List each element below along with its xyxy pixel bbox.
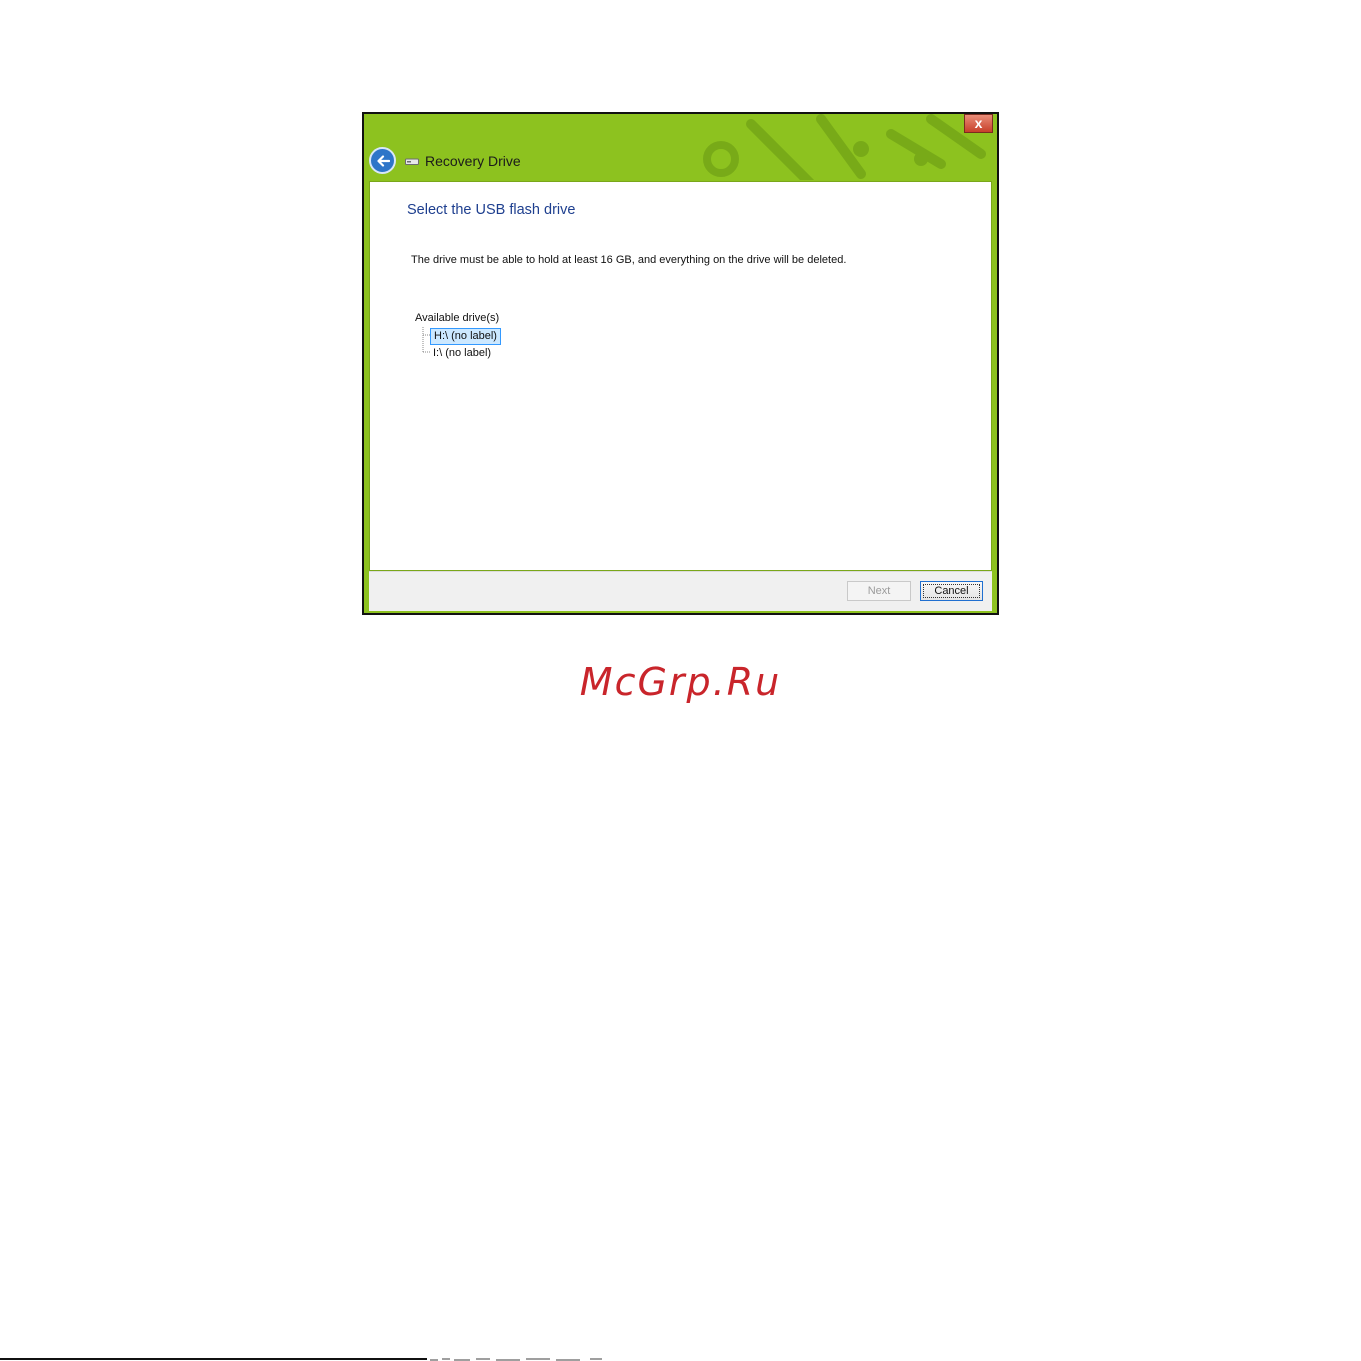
back-arrow-icon: [376, 154, 390, 167]
close-icon: x: [974, 115, 983, 131]
titlebar-background-art: [703, 114, 986, 180]
watermark-text: McGrp.Ru: [579, 660, 782, 704]
page-bottom-marks: [430, 1358, 602, 1361]
drive-icon: [405, 158, 419, 165]
page-bottom-rule: [0, 1358, 427, 1360]
next-button[interactable]: Next: [847, 581, 911, 601]
window-title: Recovery Drive: [425, 153, 521, 169]
drive-option-i[interactable]: I:\ (no label): [430, 346, 494, 361]
content-pane: Select the USB flash drive The drive mus…: [369, 181, 992, 571]
close-button[interactable]: x: [964, 114, 993, 133]
back-button[interactable]: [369, 147, 396, 174]
drive-requirement-text: The drive must be able to hold at least …: [411, 254, 847, 266]
dialog-footer: Next Cancel: [369, 571, 992, 611]
page-heading: Select the USB flash drive: [407, 202, 576, 218]
cancel-button[interactable]: Cancel: [920, 581, 983, 601]
available-drives-label: Available drive(s): [415, 312, 500, 324]
recovery-drive-window: x Recovery Drive Select the USB flash dr…: [362, 112, 999, 615]
drive-option-h[interactable]: H:\ (no label): [430, 328, 501, 345]
